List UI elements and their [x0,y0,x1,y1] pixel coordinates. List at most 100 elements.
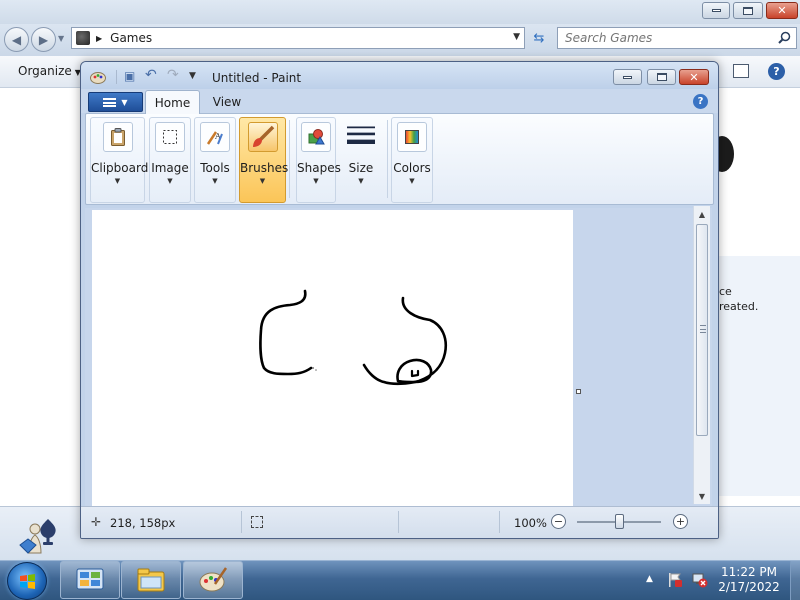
brush-speck [312,367,314,369]
chevron-down-icon: ▼ [313,177,319,185]
status-separator [241,511,242,533]
ribbon-group-label: Clipboard [91,161,149,175]
paint-app-icon[interactable] [90,70,106,84]
cursor-position-icon: ✛ [91,515,102,529]
clock-time: 11:22 PM [721,565,777,579]
chevron-down-icon: ▼ [167,177,173,185]
taskbar-explorer[interactable] [121,561,181,599]
search-box[interactable] [557,27,797,49]
show-desktop-button[interactable] [790,561,800,600]
chevron-down-icon: ▼ [114,177,121,185]
vertical-scrollbar[interactable]: ▲ ▼ [693,206,710,504]
breadcrumb-arrow-icon[interactable]: ▶ [96,34,102,43]
help-icon[interactable]: ? [693,94,708,109]
scroll-up-icon[interactable]: ▲ [694,206,710,222]
network-icon[interactable] [692,572,708,588]
chevron-down-icon: ▼ [121,97,128,107]
explorer-restore-button[interactable] [733,2,763,19]
ribbon-group-size[interactable]: Size ▼ [339,117,383,203]
undo-icon[interactable]: ↶ [145,67,157,83]
freehand-drawing [259,289,448,386]
drawing-stroke-inner [396,358,433,384]
colors-icon [397,122,427,152]
chevron-down-icon: ▼ [212,177,218,185]
address-path[interactable]: Games [110,31,152,45]
drawing-stroke-left [259,289,313,376]
ribbon-group-brushes[interactable]: Brushes ▼ [239,117,289,203]
address-bar[interactable]: ▶ Games ▼ [71,27,525,49]
ribbon: Clipboard ▼ Image ▼ A Tools ▼ Brushes ▼ [85,113,714,205]
scroll-down-icon[interactable]: ▼ [694,488,710,504]
zoom-slider-thumb[interactable] [615,514,624,529]
minimize-icon [623,75,632,79]
control-panel-icon [76,568,104,590]
paint-minimize-button[interactable] [613,69,642,85]
search-input[interactable] [565,31,775,45]
explorer-close-button[interactable]: ✕ [766,2,798,19]
details-text-line2: reated. [719,300,759,313]
ribbon-group-tools[interactable]: A Tools ▼ [194,117,236,203]
refresh-icon: ⇆ [533,30,545,46]
size-icon [346,122,376,152]
start-button[interactable] [7,562,47,600]
paint-window-title: Untitled - Paint [212,71,302,85]
help-icon[interactable]: ? [768,63,785,80]
organize-menu[interactable]: Organize ▼ [18,64,81,78]
close-icon: ✕ [777,4,787,17]
ribbon-group-colors[interactable]: Colors ▼ [391,117,433,203]
paint-window: ▣ ↶ ↷ ▼ Untitled - Paint ✕ ▼ Home View ?… [80,61,719,539]
chevron-down-icon: ▼ [259,177,266,185]
paint-icon [199,567,228,592]
explorer-details-panel: ce reated. [716,256,800,496]
chevron-down-icon: ▼ [409,177,415,185]
tools-icon: A [200,122,230,152]
drawing-stroke-right [362,296,448,386]
drawing-canvas[interactable] [92,210,573,506]
cursor-position: 218, 158px [110,516,176,530]
chevron-down-icon: ▼ [358,177,364,185]
games-explorer-icon [19,519,56,554]
grip-icon [700,325,706,333]
scrollbar-thumb[interactable] [696,224,708,436]
ribbon-group-image[interactable]: Image ▼ [149,117,191,203]
action-center-icon[interactable] [668,572,682,588]
recent-pages-dropdown[interactable]: ▼ [58,34,64,43]
paint-close-button[interactable]: ✕ [679,69,709,85]
search-icon[interactable] [778,31,791,44]
preview-pane-button[interactable] [733,64,749,78]
ribbon-group-shapes[interactable]: Shapes ▼ [296,117,341,203]
back-button[interactable]: ◀ [4,27,29,52]
show-hidden-icons-icon[interactable]: ▲ [646,574,653,584]
tab-home[interactable]: Home [145,90,200,114]
address-dropdown-icon[interactable]: ▼ [513,32,520,42]
taskbar-clock[interactable]: 11:22 PM 2/17/2022 [716,565,782,595]
ribbon-group-label: Brushes [240,161,289,175]
brush-speck [315,369,317,371]
taskbar-control-panel[interactable] [60,561,120,599]
ribbon-separator [387,120,388,198]
ribbon-group-label: Size [348,161,374,175]
clipboard-icon [102,122,133,152]
paint-menu-button[interactable]: ▼ [88,92,143,112]
ribbon-separator [289,120,290,198]
explorer-minimize-button[interactable] [702,2,730,19]
customize-toolbar-icon[interactable]: ▼ [189,71,196,81]
canvas-resize-handle[interactable] [576,389,581,394]
ribbon-group-clipboard[interactable]: Clipboard ▼ [90,117,149,203]
zoom-in-button[interactable]: + [673,514,688,529]
save-icon[interactable]: ▣ [124,69,135,83]
explorer-icon [137,568,165,592]
refresh-button[interactable]: ⇆ [527,27,551,49]
games-folder-icon [76,31,90,45]
details-text-line1: ce [719,285,732,298]
toolbar-separator [116,70,117,84]
taskbar-paint[interactable] [183,561,243,599]
paint-maximize-button[interactable] [647,69,676,85]
shapes-icon [301,122,331,152]
tab-view[interactable]: View [205,90,249,114]
zoom-out-button[interactable]: − [551,514,566,529]
forward-button[interactable]: ▶ [31,27,56,52]
redo-icon[interactable]: ↷ [167,67,179,83]
organize-label: Organize [18,64,72,78]
ribbon-group-label: Tools [200,161,230,175]
